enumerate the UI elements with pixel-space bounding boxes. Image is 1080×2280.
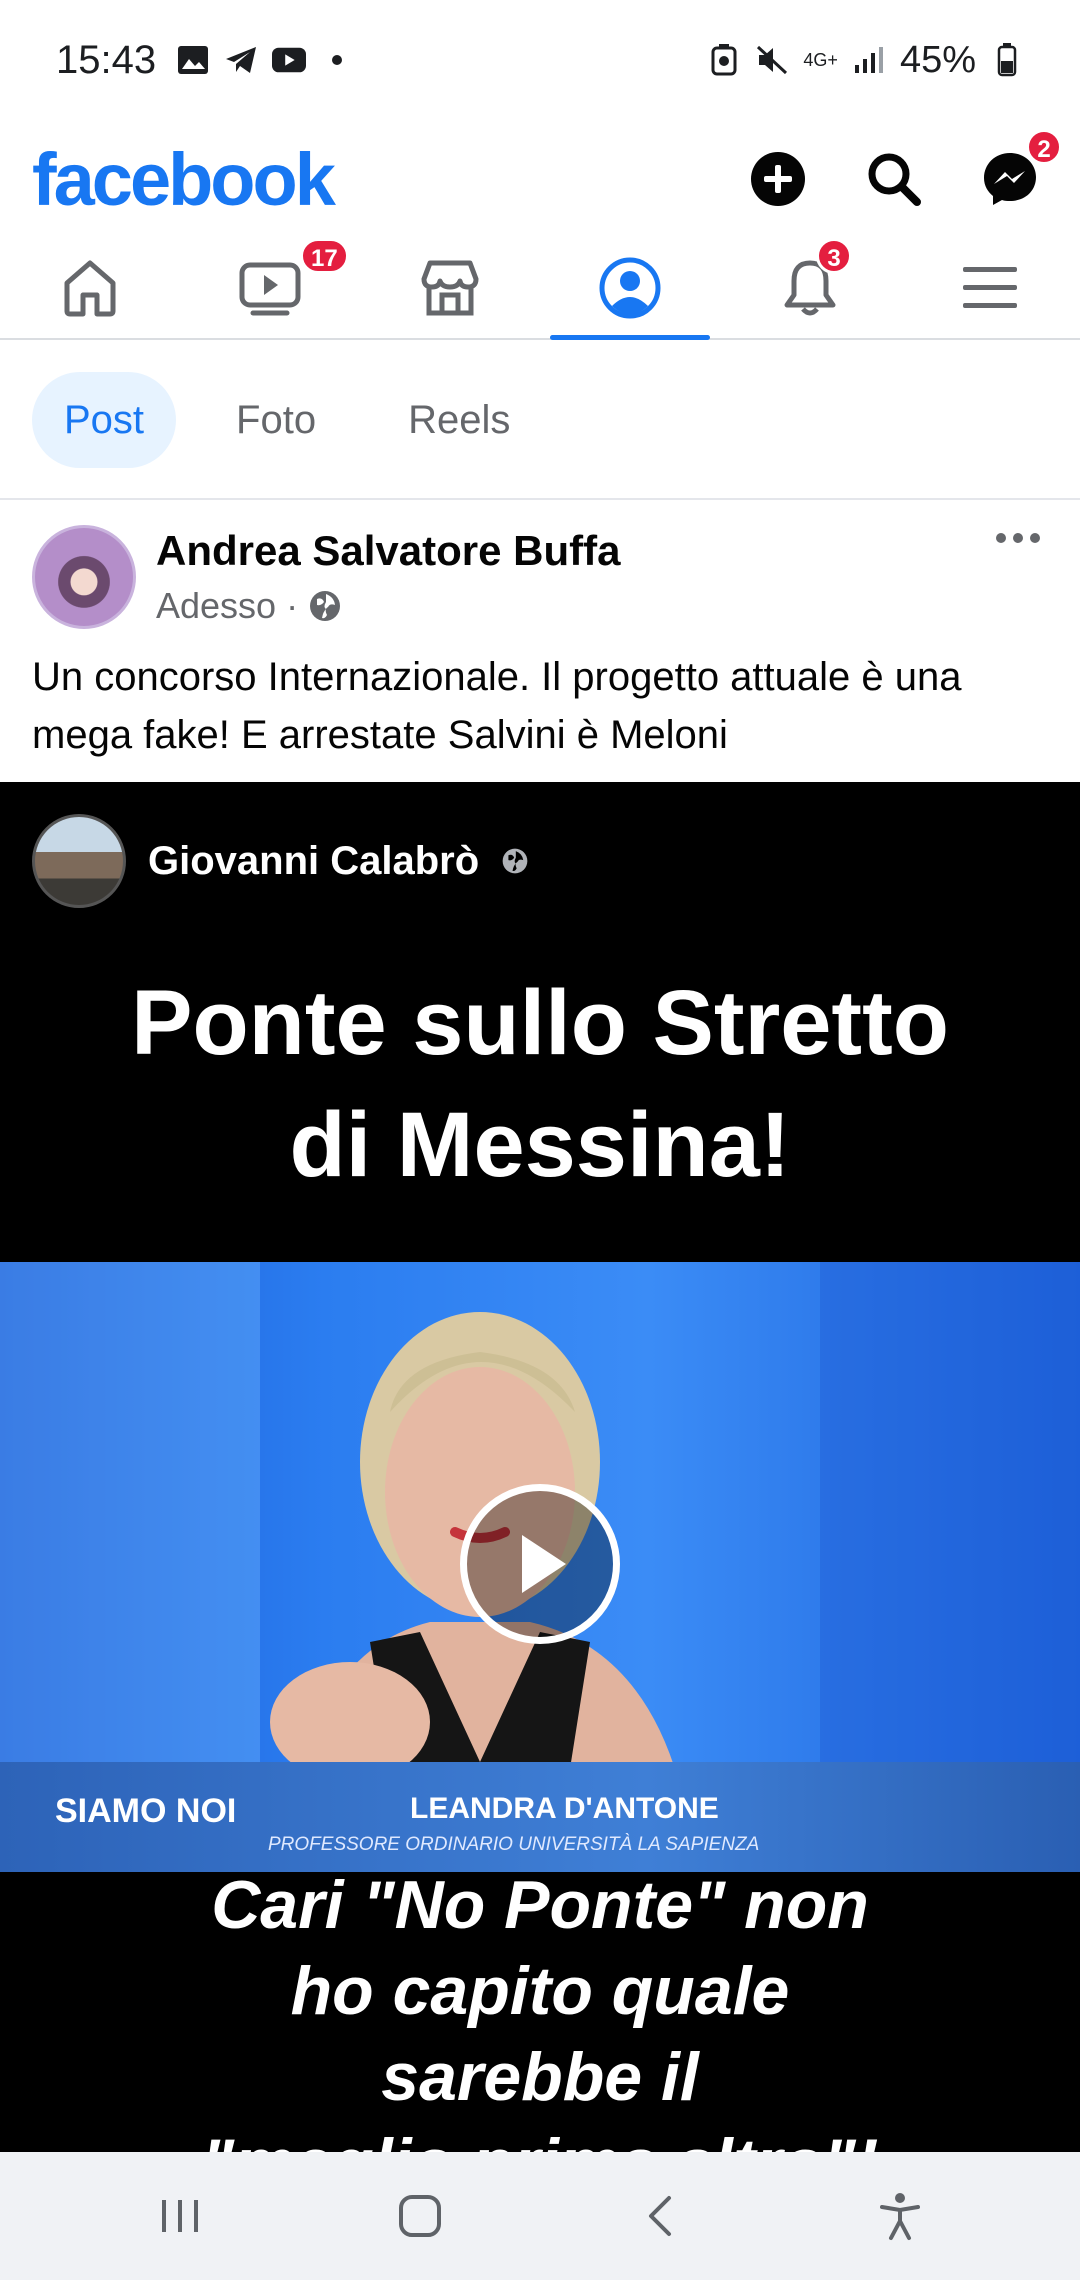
post-options-button[interactable] [988,518,1048,558]
back-icon [649,2196,671,2236]
create-button[interactable] [740,141,816,217]
guest-name: LEANDRA D'ANTONE [410,1792,719,1825]
play-icon [522,1535,566,1593]
headline-line-2: di Messina! [289,1094,791,1196]
caption-line-1: Cari "No Ponte" non [211,1867,869,1943]
globe-icon [310,591,341,621]
shared-avatar[interactable] [32,814,126,908]
caption-line-2: ho capito quale [290,1953,790,2029]
profile-subtabs: Post Foto Reels [0,342,1080,500]
recent-apps-icon [162,2200,198,2232]
search-button[interactable] [856,141,932,217]
youtube-icon [272,43,307,77]
video-caption: Cari "No Ponte" non ho capito quale sare… [0,1862,1080,2152]
dot-icon [320,43,354,77]
program-name: SIAMO NOI [55,1792,237,1830]
post-time[interactable]: Adesso [156,585,276,627]
accessibility-button[interactable] [850,2166,950,2266]
marketplace-icon [421,260,479,316]
battery-level: 45% [899,38,976,81]
avatar[interactable] [32,525,136,629]
network-type: 4G+ [803,49,838,70]
tab-menu[interactable] [900,238,1080,338]
headline-line-1: Ponte sullo Stretto [131,972,949,1074]
battery-icon [990,43,1024,77]
video-headline: Ponte sullo Stretto di Messina! [0,962,1080,1206]
plus-circle-icon [751,152,805,206]
more-icon [996,533,1040,543]
globe-icon [502,848,528,874]
recycle-battery-icon [707,43,741,77]
tab-home[interactable] [0,238,180,338]
mute-icon [755,43,789,77]
signal-icon [852,43,886,77]
tab-marketplace[interactable] [360,238,540,338]
caption-line-4: "meglio prima altro"! [0,2120,1080,2152]
shared-post-header: Giovanni Calabrò [32,814,529,908]
post-header: Andrea Salvatore Buffa Adesso · [0,502,1080,652]
status-bar: 15:43 4G+ 45% [0,0,1080,120]
messenger-badge: 2 [1026,129,1062,165]
messenger-button[interactable]: 2 [972,129,1062,217]
post-author[interactable]: Andrea Salvatore Buffa [156,527,620,575]
video-badge: 17 [300,238,349,274]
tab-video[interactable]: 17 [180,238,360,338]
play-button[interactable] [460,1484,620,1644]
notifications-badge: 3 [816,238,852,274]
gallery-icon [176,43,210,77]
subtab-post[interactable]: Post [32,372,177,468]
caption-line-3: sarebbe il [381,2039,699,2115]
recent-apps-button[interactable] [130,2166,230,2266]
guest-title: PROFESSORE ORDINARIO UNIVERSITÀ LA SAPIE… [268,1834,760,1855]
home-button[interactable] [370,2166,470,2266]
accessibility-icon [880,2193,920,2240]
profile-icon [599,257,661,319]
post-time-row: Adesso · [156,585,620,627]
shared-video-post[interactable]: Giovanni Calabrò Ponte sullo Stretto di … [0,782,1080,2152]
app-header: facebook 2 [0,120,1080,238]
shared-author[interactable]: Giovanni Calabrò [148,839,479,884]
home-icon [64,260,116,317]
subtab-reels[interactable]: Reels [376,372,542,468]
tab-notifications[interactable]: 3 [720,238,900,338]
menu-icon [963,267,1017,308]
search-icon [868,153,921,206]
home-square-icon [399,2195,441,2237]
subtab-foto[interactable]: Foto [204,372,348,468]
post-text: Un concorso Internazionale. Il progetto … [32,655,962,757]
system-nav-bar [0,2152,1080,2280]
back-button[interactable] [610,2166,710,2266]
post-separator: · [286,585,299,626]
status-time: 15:43 [56,37,157,82]
video-icon [239,262,301,316]
telegram-icon [224,43,258,77]
facebook-logo[interactable]: facebook [32,137,336,222]
tab-profile[interactable] [540,238,720,340]
main-tab-bar: 17 3 [0,238,1080,340]
